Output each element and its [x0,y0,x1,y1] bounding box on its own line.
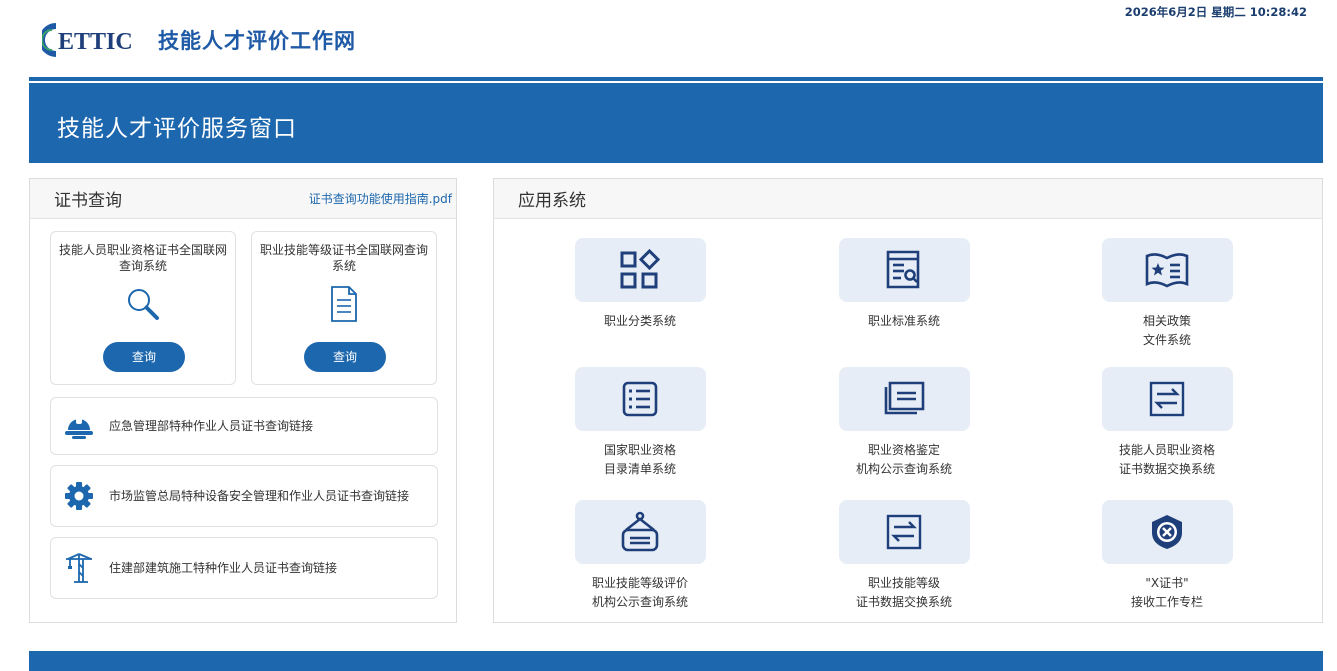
app-label: 职业技能等级 证书数据交换系统 [855,576,952,609]
apps-header: 应用系统 [494,179,1322,219]
app-occupation-standards[interactable]: 职业标准系统 [834,238,974,331]
app-label: "X证书" 接收工作专栏 [1130,576,1203,609]
app-qualification-appraisal-institutions[interactable]: 职业资格鉴定 机构公示查询系统 [834,367,974,479]
app-label: 国家职业资格 目录清单系统 [603,443,676,476]
policy-book-icon [1101,238,1233,302]
app-occupation-classification[interactable]: 职业分类系统 [570,238,710,331]
app-label: 相关政策 文件系统 [1142,314,1191,347]
exchange-icon [838,500,970,564]
cert-card-title: 职业技能等级证书全国联网查询系统 [259,243,428,273]
app-x-certificate-column[interactable]: "X证书" 接收工作专栏 [1097,500,1237,612]
app-qualification-data-exchange[interactable]: 技能人员职业资格 证书数据交换系统 [1097,367,1237,479]
app-skill-level-data-exchange[interactable]: 职业技能等级 证书数据交换系统 [834,500,974,612]
cert-query-panel: 证书查询 证书查询功能使用指南.pdf 技能人员职业资格证书全国联网查询系统 查… [29,178,457,623]
app-label: 职业分类系统 [603,314,676,328]
app-national-qualification-catalog[interactable]: 国家职业资格 目录清单系统 [570,367,710,479]
app-policy-documents[interactable]: 相关政策 文件系统 [1097,238,1237,350]
exchange-icon [1101,367,1233,431]
banner: 技能人才评价服务窗口 [29,83,1323,163]
footer-bar [29,651,1323,671]
document-stack-icon [838,367,970,431]
ettic-logo[interactable]: ETTIC [42,22,134,58]
document-icon [324,284,364,324]
crane-icon [63,552,95,584]
apps-panel: 应用系统 职业分类系统 职业标准系统 相关政策 文件系统 国家职业资格 目录清单… [493,178,1323,623]
app-label: 职业资格鉴定 机构公示查询系统 [855,443,952,476]
link-emergency-management[interactable]: 应急管理部特种作业人员证书查询链接 [50,397,438,455]
category-grid-icon [574,238,706,302]
svg-text:ETTIC: ETTIC [58,29,133,55]
app-label: 技能人员职业资格 证书数据交换系统 [1118,443,1215,476]
cert-query-title: 证书查询 [54,191,122,211]
datetime: 2026年6月2日 星期二 10:28:42 [1124,5,1307,19]
helmet-icon [63,410,95,442]
cert-card-vocational-qualification: 技能人员职业资格证书全国联网查询系统 查询 [50,231,236,385]
cert-card-skill-level: 职业技能等级证书全国联网查询系统 查询 [251,231,437,385]
standard-search-icon [838,238,970,302]
app-label: 职业技能等级评价 机构公示查询系统 [591,576,688,609]
site-title[interactable]: 技能人才评价工作网 [158,25,356,55]
signboard-icon [574,500,706,564]
app-label: 职业标准系统 [867,314,940,328]
query-button[interactable]: 查询 [103,342,185,372]
site-header: ETTIC 技能人才评价工作网 [42,20,356,60]
apps-title: 应用系统 [518,191,586,211]
link-label: 市场监管总局特种设备安全管理和作业人员证书查询链接 [109,489,410,503]
header-rule [29,77,1323,81]
gear-icon [63,480,95,512]
guide-pdf-link[interactable]: 证书查询功能使用指南.pdf [309,190,452,207]
cert-card-title: 技能人员职业资格证书全国联网查询系统 [58,243,227,273]
link-housing-construction[interactable]: 住建部建筑施工特种作业人员证书查询链接 [50,537,438,599]
link-label: 应急管理部特种作业人员证书查询链接 [109,419,314,433]
query-button[interactable]: 查询 [304,342,386,372]
link-market-supervision[interactable]: 市场监管总局特种设备安全管理和作业人员证书查询链接 [50,465,438,527]
magnifier-icon [123,284,163,324]
cert-query-header: 证书查询 证书查询功能使用指南.pdf [30,179,456,219]
link-label: 住建部建筑施工特种作业人员证书查询链接 [109,561,338,575]
app-skill-level-evaluation-institutions[interactable]: 职业技能等级评价 机构公示查询系统 [570,500,710,612]
list-icon [574,367,706,431]
banner-title: 技能人才评价服务窗口 [57,116,297,142]
x-badge-icon [1101,500,1233,564]
